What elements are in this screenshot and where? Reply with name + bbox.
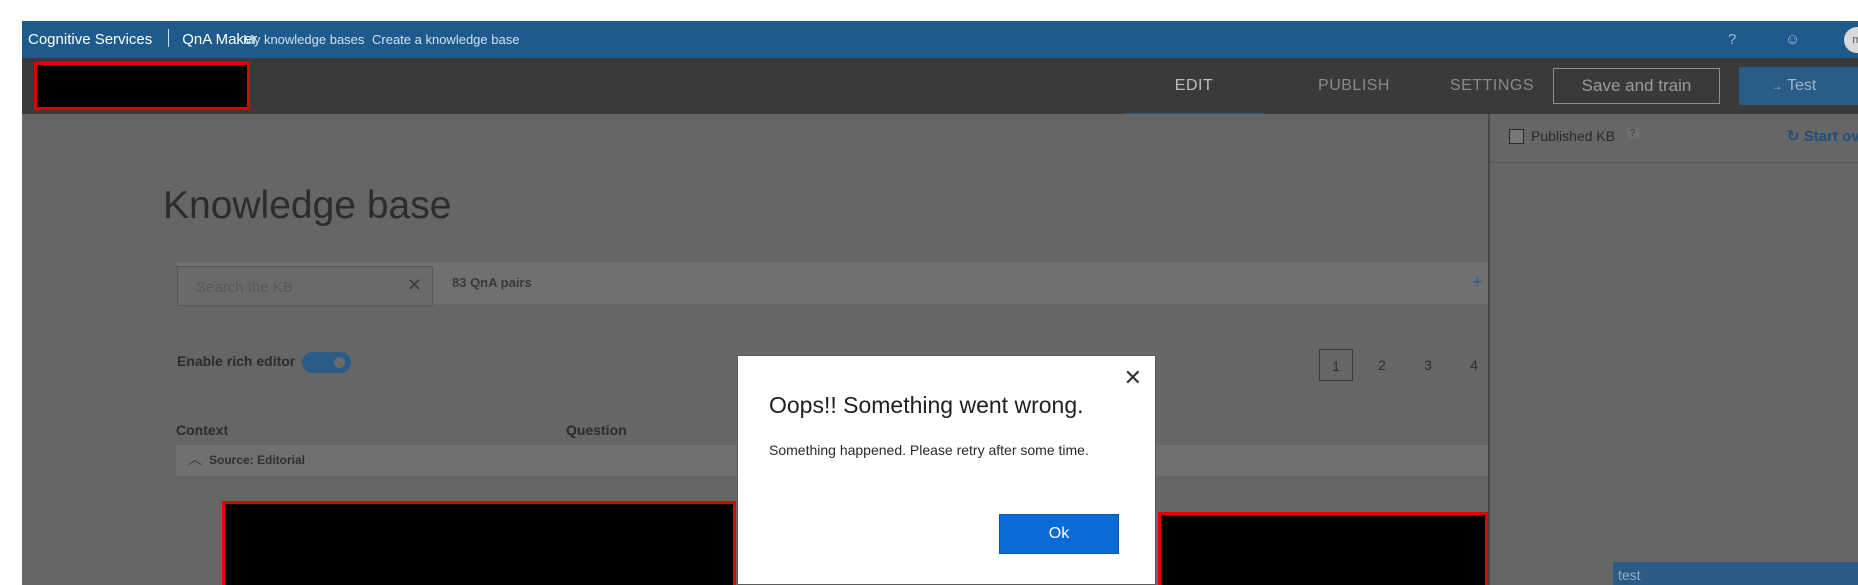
help-icon[interactable]: ?	[1728, 21, 1736, 58]
brand: Cognitive Services QnA Maker	[28, 21, 257, 58]
kb-header: EDIT PUBLISH SETTINGS Save and train → Te…	[22, 58, 1858, 116]
dialog-title: Oops!! Something went wrong.	[769, 392, 1084, 418]
close-icon[interactable]: ✕	[1124, 367, 1142, 389]
test-button-label: Test	[1787, 77, 1817, 94]
nav-my-knowledge-bases[interactable]: My knowledge bases	[243, 21, 364, 58]
dialog-message: Something happened. Please retry after s…	[769, 442, 1089, 458]
tab-edit[interactable]: EDIT	[1124, 58, 1264, 116]
published-kb-checkbox[interactable]	[1509, 129, 1524, 144]
ok-button[interactable]: Ok	[999, 514, 1119, 554]
test-panel-toolbar: Published KB ? ↻ Start ov	[1490, 114, 1858, 163]
kb-toolbar: ✕ 83 QnA pairs +	[177, 262, 1488, 306]
refresh-icon: ↻	[1787, 128, 1800, 145]
test-panel: Published KB ? ↻ Start ov test	[1488, 114, 1858, 585]
avatar[interactable]: m	[1844, 27, 1858, 53]
cognitive-services-link[interactable]: Cognitive Services	[28, 31, 152, 48]
clear-icon[interactable]: ✕	[407, 275, 422, 296]
feedback-icon[interactable]: ☺	[1785, 21, 1800, 58]
error-dialog: ✕ Oops!! Something went wrong. Something…	[737, 355, 1156, 585]
nav-create-knowledge-base[interactable]: Create a knowledge base	[372, 21, 519, 58]
page-2-button[interactable]: 2	[1365, 349, 1399, 381]
top-nav-bar: Cognitive Services QnA Maker My knowledge…	[22, 21, 1858, 58]
page-4-button[interactable]: 4	[1457, 349, 1488, 381]
page-1-button[interactable]: 1	[1319, 349, 1353, 381]
redacted-question	[222, 501, 736, 585]
search-input[interactable]	[194, 276, 398, 298]
tab-settings[interactable]: SETTINGS	[1422, 58, 1562, 114]
page-title: Knowledge base	[163, 184, 452, 227]
redacted-answer	[1158, 512, 1488, 585]
search-box[interactable]: ✕	[177, 266, 433, 306]
rich-editor-label: Enable rich editor	[177, 353, 296, 369]
published-kb-label: Published KB	[1531, 128, 1616, 144]
column-header-context[interactable]: Context	[176, 422, 228, 438]
column-header-question[interactable]: Question	[566, 422, 627, 438]
brand-divider	[168, 29, 170, 47]
toggle-knob	[334, 357, 345, 368]
test-button[interactable]: → Test	[1739, 67, 1858, 105]
add-icon[interactable]: +	[1472, 272, 1483, 293]
start-over-button[interactable]: ↻ Start ov	[1787, 127, 1858, 145]
chat-message: test	[1613, 562, 1858, 585]
qna-pair-count: 83 QnA pairs	[452, 275, 532, 290]
help-icon[interactable]: ?	[1627, 128, 1639, 139]
arrow-right-icon: →	[1771, 79, 1783, 93]
start-over-label: Start ov	[1803, 128, 1858, 145]
rich-editor-toggle[interactable]	[302, 352, 351, 373]
source-label: Source: Editorial	[209, 453, 306, 467]
save-and-train-button[interactable]: Save and train	[1553, 68, 1720, 104]
chevron-up-icon[interactable]: ︿	[188, 449, 202, 469]
page-3-button[interactable]: 3	[1411, 349, 1445, 381]
redacted-kb-name	[34, 62, 250, 110]
tab-publish[interactable]: PUBLISH	[1284, 58, 1424, 114]
